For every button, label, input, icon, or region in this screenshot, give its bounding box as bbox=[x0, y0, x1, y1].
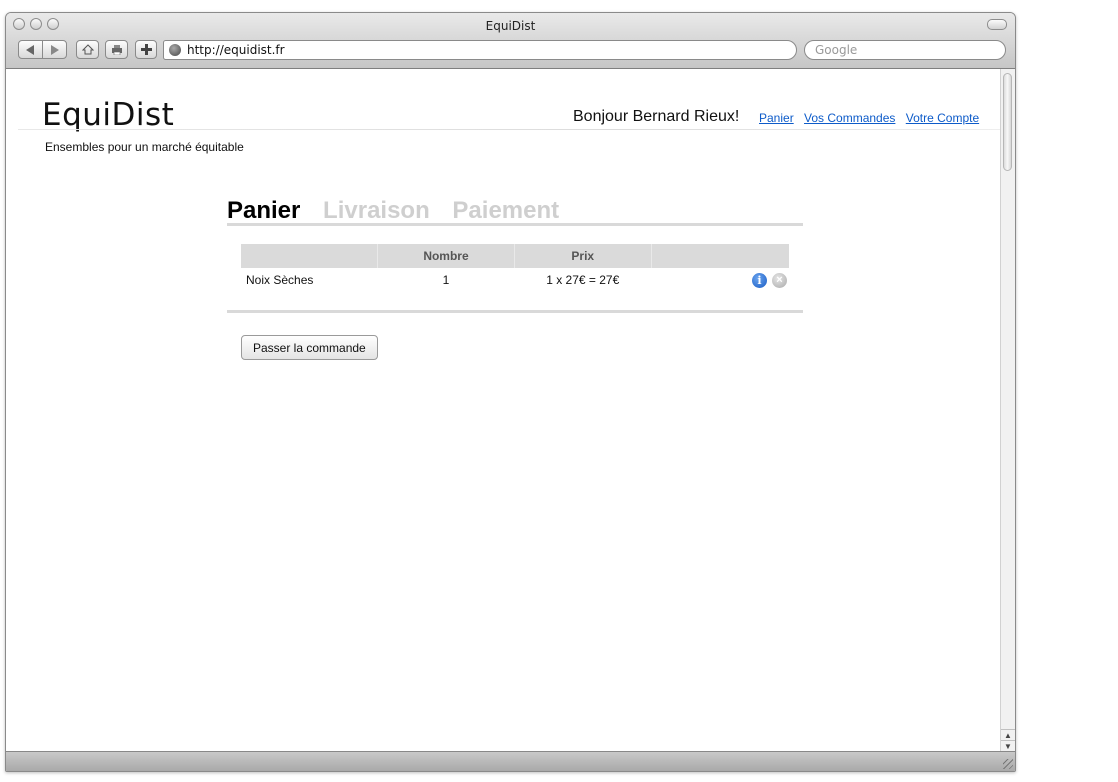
cart-price: 1 x 27€ = 27€ bbox=[546, 273, 620, 287]
cart-quantity: 1 bbox=[442, 273, 450, 287]
step-panier: Panier bbox=[227, 197, 301, 224]
printer-icon bbox=[111, 45, 122, 55]
status-bar bbox=[6, 751, 1015, 771]
step-paiement: Paiement bbox=[452, 197, 560, 224]
site-logo[interactable]: EquiDist bbox=[42, 97, 174, 133]
forward-button[interactable] bbox=[42, 40, 67, 59]
address-bar[interactable]: http://equidist.fr bbox=[163, 40, 797, 60]
table-row: Noix Sèches 1 1 x 27€ = 27€ i × bbox=[241, 268, 789, 292]
browser-toolbar: EquiDist http://equidist.fr Google bbox=[6, 13, 1015, 69]
address-url: http://equidist.fr bbox=[187, 43, 285, 57]
home-icon bbox=[81, 44, 94, 55]
info-icon[interactable]: i bbox=[752, 272, 767, 288]
cart-divider bbox=[227, 310, 803, 313]
link-panier[interactable]: Panier bbox=[759, 111, 794, 125]
search-field[interactable]: Google bbox=[804, 40, 1006, 60]
scrollbar-thumb[interactable] bbox=[1003, 73, 1012, 171]
add-bookmark-button[interactable] bbox=[135, 40, 157, 59]
checkout-steps: Panier Livraison Paiement bbox=[227, 197, 575, 225]
page-content: EquiDist Ensembles pour un marché équita… bbox=[6, 69, 1002, 753]
cart-header-row: Nombre Prix bbox=[241, 244, 789, 268]
place-order-button[interactable]: Passer la commande bbox=[241, 335, 378, 360]
column-header-product bbox=[241, 244, 379, 268]
home-button[interactable] bbox=[76, 40, 99, 59]
user-greeting: Bonjour Bernard Rieux! bbox=[573, 108, 740, 125]
globe-icon bbox=[169, 44, 181, 56]
cart-product-name: Noix Sèches bbox=[246, 273, 314, 287]
forward-arrow-icon bbox=[51, 44, 59, 55]
print-button[interactable] bbox=[105, 40, 128, 59]
remove-icon[interactable]: × bbox=[772, 272, 787, 288]
column-header-actions bbox=[651, 244, 789, 268]
link-votre-compte[interactable]: Votre Compte bbox=[906, 111, 979, 125]
vertical-scrollbar[interactable]: ▲ ▼ bbox=[1000, 69, 1015, 753]
resize-grip-icon[interactable] bbox=[1003, 759, 1013, 769]
column-header-nombre: Nombre bbox=[377, 244, 515, 268]
link-vos-commandes[interactable]: Vos Commandes bbox=[804, 111, 895, 125]
column-header-prix: Prix bbox=[514, 244, 652, 268]
window-title: EquiDist bbox=[485, 19, 536, 33]
cart-row-actions: i × bbox=[651, 268, 789, 292]
account-links: Panier Vos Commandes Votre Compte bbox=[759, 111, 986, 125]
cart-table: Nombre Prix Noix Sèches 1 1 x 27€ = 27€ … bbox=[241, 244, 789, 292]
steps-divider bbox=[227, 223, 803, 226]
plus-icon bbox=[140, 44, 152, 55]
header-divider bbox=[18, 129, 1002, 130]
back-button[interactable] bbox=[18, 40, 43, 59]
browser-window: EquiDist http://equidist.fr Google EquiD… bbox=[5, 12, 1016, 772]
site-tagline: Ensembles pour un marché équitable bbox=[45, 140, 244, 154]
step-livraison: Livraison bbox=[323, 197, 430, 224]
toolbar-toggle-button[interactable] bbox=[987, 19, 1007, 30]
back-arrow-icon bbox=[26, 44, 34, 55]
